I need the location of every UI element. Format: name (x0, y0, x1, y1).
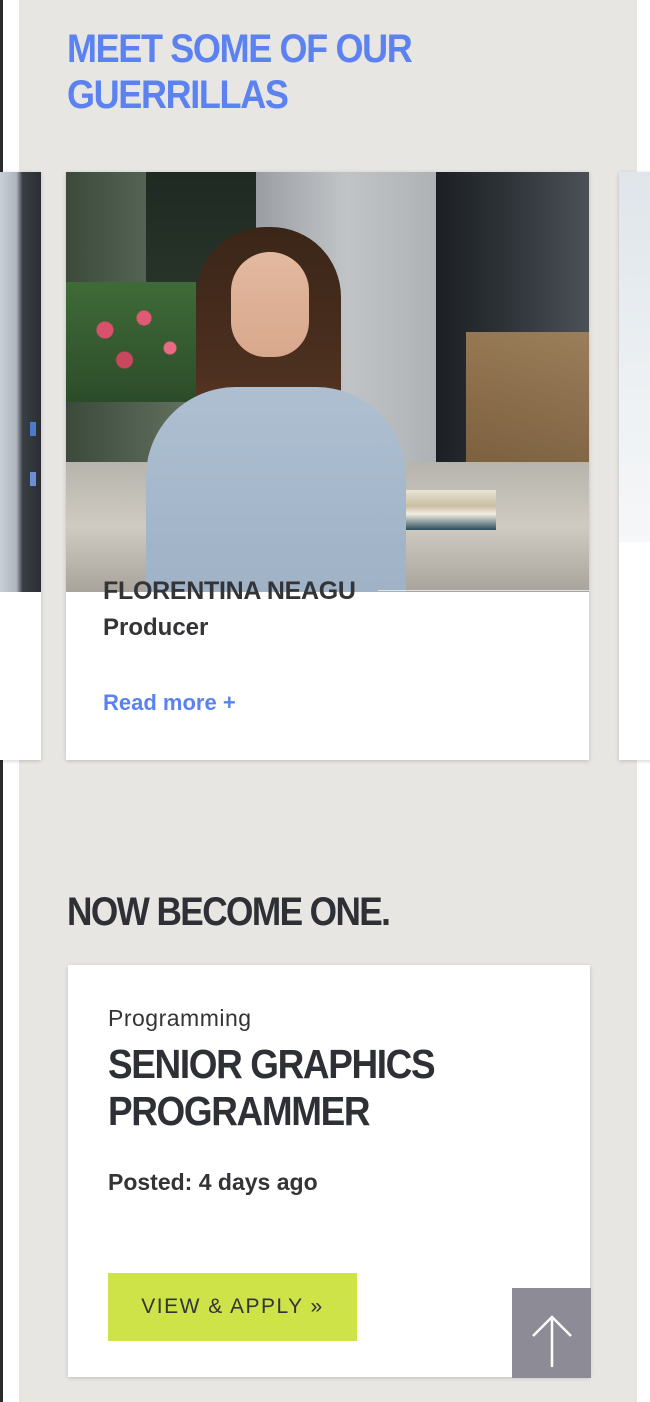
person-photo (66, 172, 589, 592)
become-one-heading: NOW BECOME ONE. (67, 890, 391, 934)
carousel-card-previous[interactable] (0, 172, 41, 760)
page: MEET SOME OF OUR GUERRILLAS FLORENTINA N… (0, 0, 650, 1402)
carousel-card-next[interactable] (619, 172, 650, 760)
photo-sweater (146, 387, 406, 592)
arrow-up-icon (531, 1315, 572, 1367)
view-apply-button[interactable]: VIEW & APPLY » (108, 1273, 357, 1341)
job-title: SENIOR GRAPHICS PROGRAMMER (108, 1041, 436, 1134)
previous-card-photo (0, 172, 41, 592)
job-posted-date: Posted: 4 days ago (108, 1169, 318, 1195)
photo-flowers (66, 282, 196, 402)
read-more-link[interactable]: Read more + (103, 690, 236, 716)
next-card-photo (619, 172, 650, 542)
server-light (30, 422, 36, 436)
server-light (30, 472, 36, 486)
guerrillas-heading: MEET SOME OF OUR GUERRILLAS (67, 27, 413, 117)
card-divider (378, 590, 589, 591)
photo-face (231, 252, 309, 357)
scroll-to-top-button[interactable] (512, 1288, 591, 1378)
job-category: Programming (108, 1005, 252, 1031)
photo-bench (466, 332, 589, 462)
person-card[interactable]: FLORENTINA NEAGU Producer Read more + (66, 172, 589, 760)
person-role: Producer (103, 614, 209, 641)
person-name: FLORENTINA NEAGU (103, 577, 356, 605)
